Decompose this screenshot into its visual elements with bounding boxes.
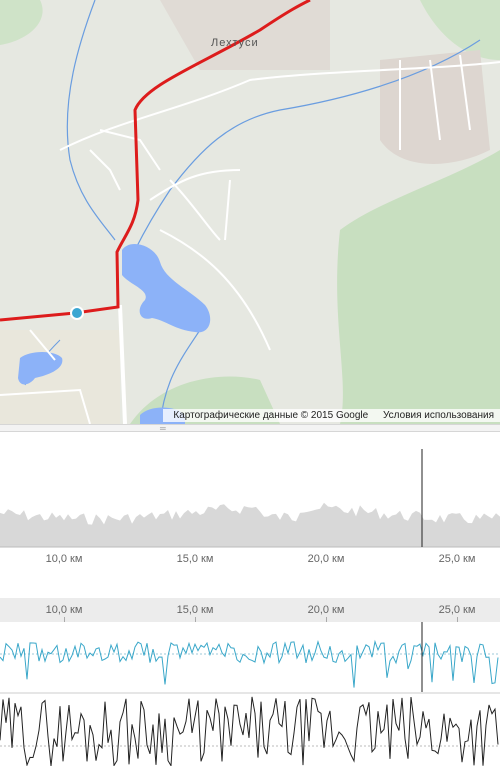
elevation-area <box>0 502 500 547</box>
forest-area <box>420 0 500 60</box>
detail-chart[interactable] <box>0 622 500 766</box>
forest-area <box>0 0 43 45</box>
grip-icon[interactable]: ═ <box>160 425 166 433</box>
map-attribution: Картографические данные © 2015 Google Ус… <box>163 409 500 422</box>
axis-tick: 25,0 км <box>438 553 476 565</box>
axis-tick: 25,0 км <box>438 604 476 616</box>
residential-area <box>160 0 330 70</box>
terms-link[interactable]: Условия использования <box>383 410 494 421</box>
speed-series <box>0 639 499 688</box>
axis-tick: 20,0 км <box>307 604 345 616</box>
position-marker <box>70 306 84 320</box>
axis-tick: 10,0 км <box>45 553 83 565</box>
map-view[interactable]: Лехтуси Картографические данные © 2015 G… <box>0 0 500 424</box>
axis-tick: 15,0 км <box>176 604 214 616</box>
map-canvas <box>0 0 500 424</box>
elevation-chart[interactable] <box>0 433 500 593</box>
axis-tick: 15,0 км <box>176 553 214 565</box>
attribution-text: Картографические данные © 2015 Google <box>173 410 369 421</box>
forest-area <box>337 150 500 424</box>
cadence-series <box>0 696 499 766</box>
lake <box>122 243 211 333</box>
elevation-axis: 10,0 км 15,0 км 20,0 км 25,0 км <box>0 549 500 569</box>
axis-tick: 20,0 км <box>307 553 345 565</box>
field-area <box>0 330 120 424</box>
detail-axis: 10,0 км 15,0 км 20,0 км 25,0 км <box>0 598 500 622</box>
panel-splitter[interactable]: ═ <box>0 424 500 433</box>
town-label: Лехтуси <box>211 37 259 49</box>
axis-tick: 10,0 км <box>45 604 83 616</box>
